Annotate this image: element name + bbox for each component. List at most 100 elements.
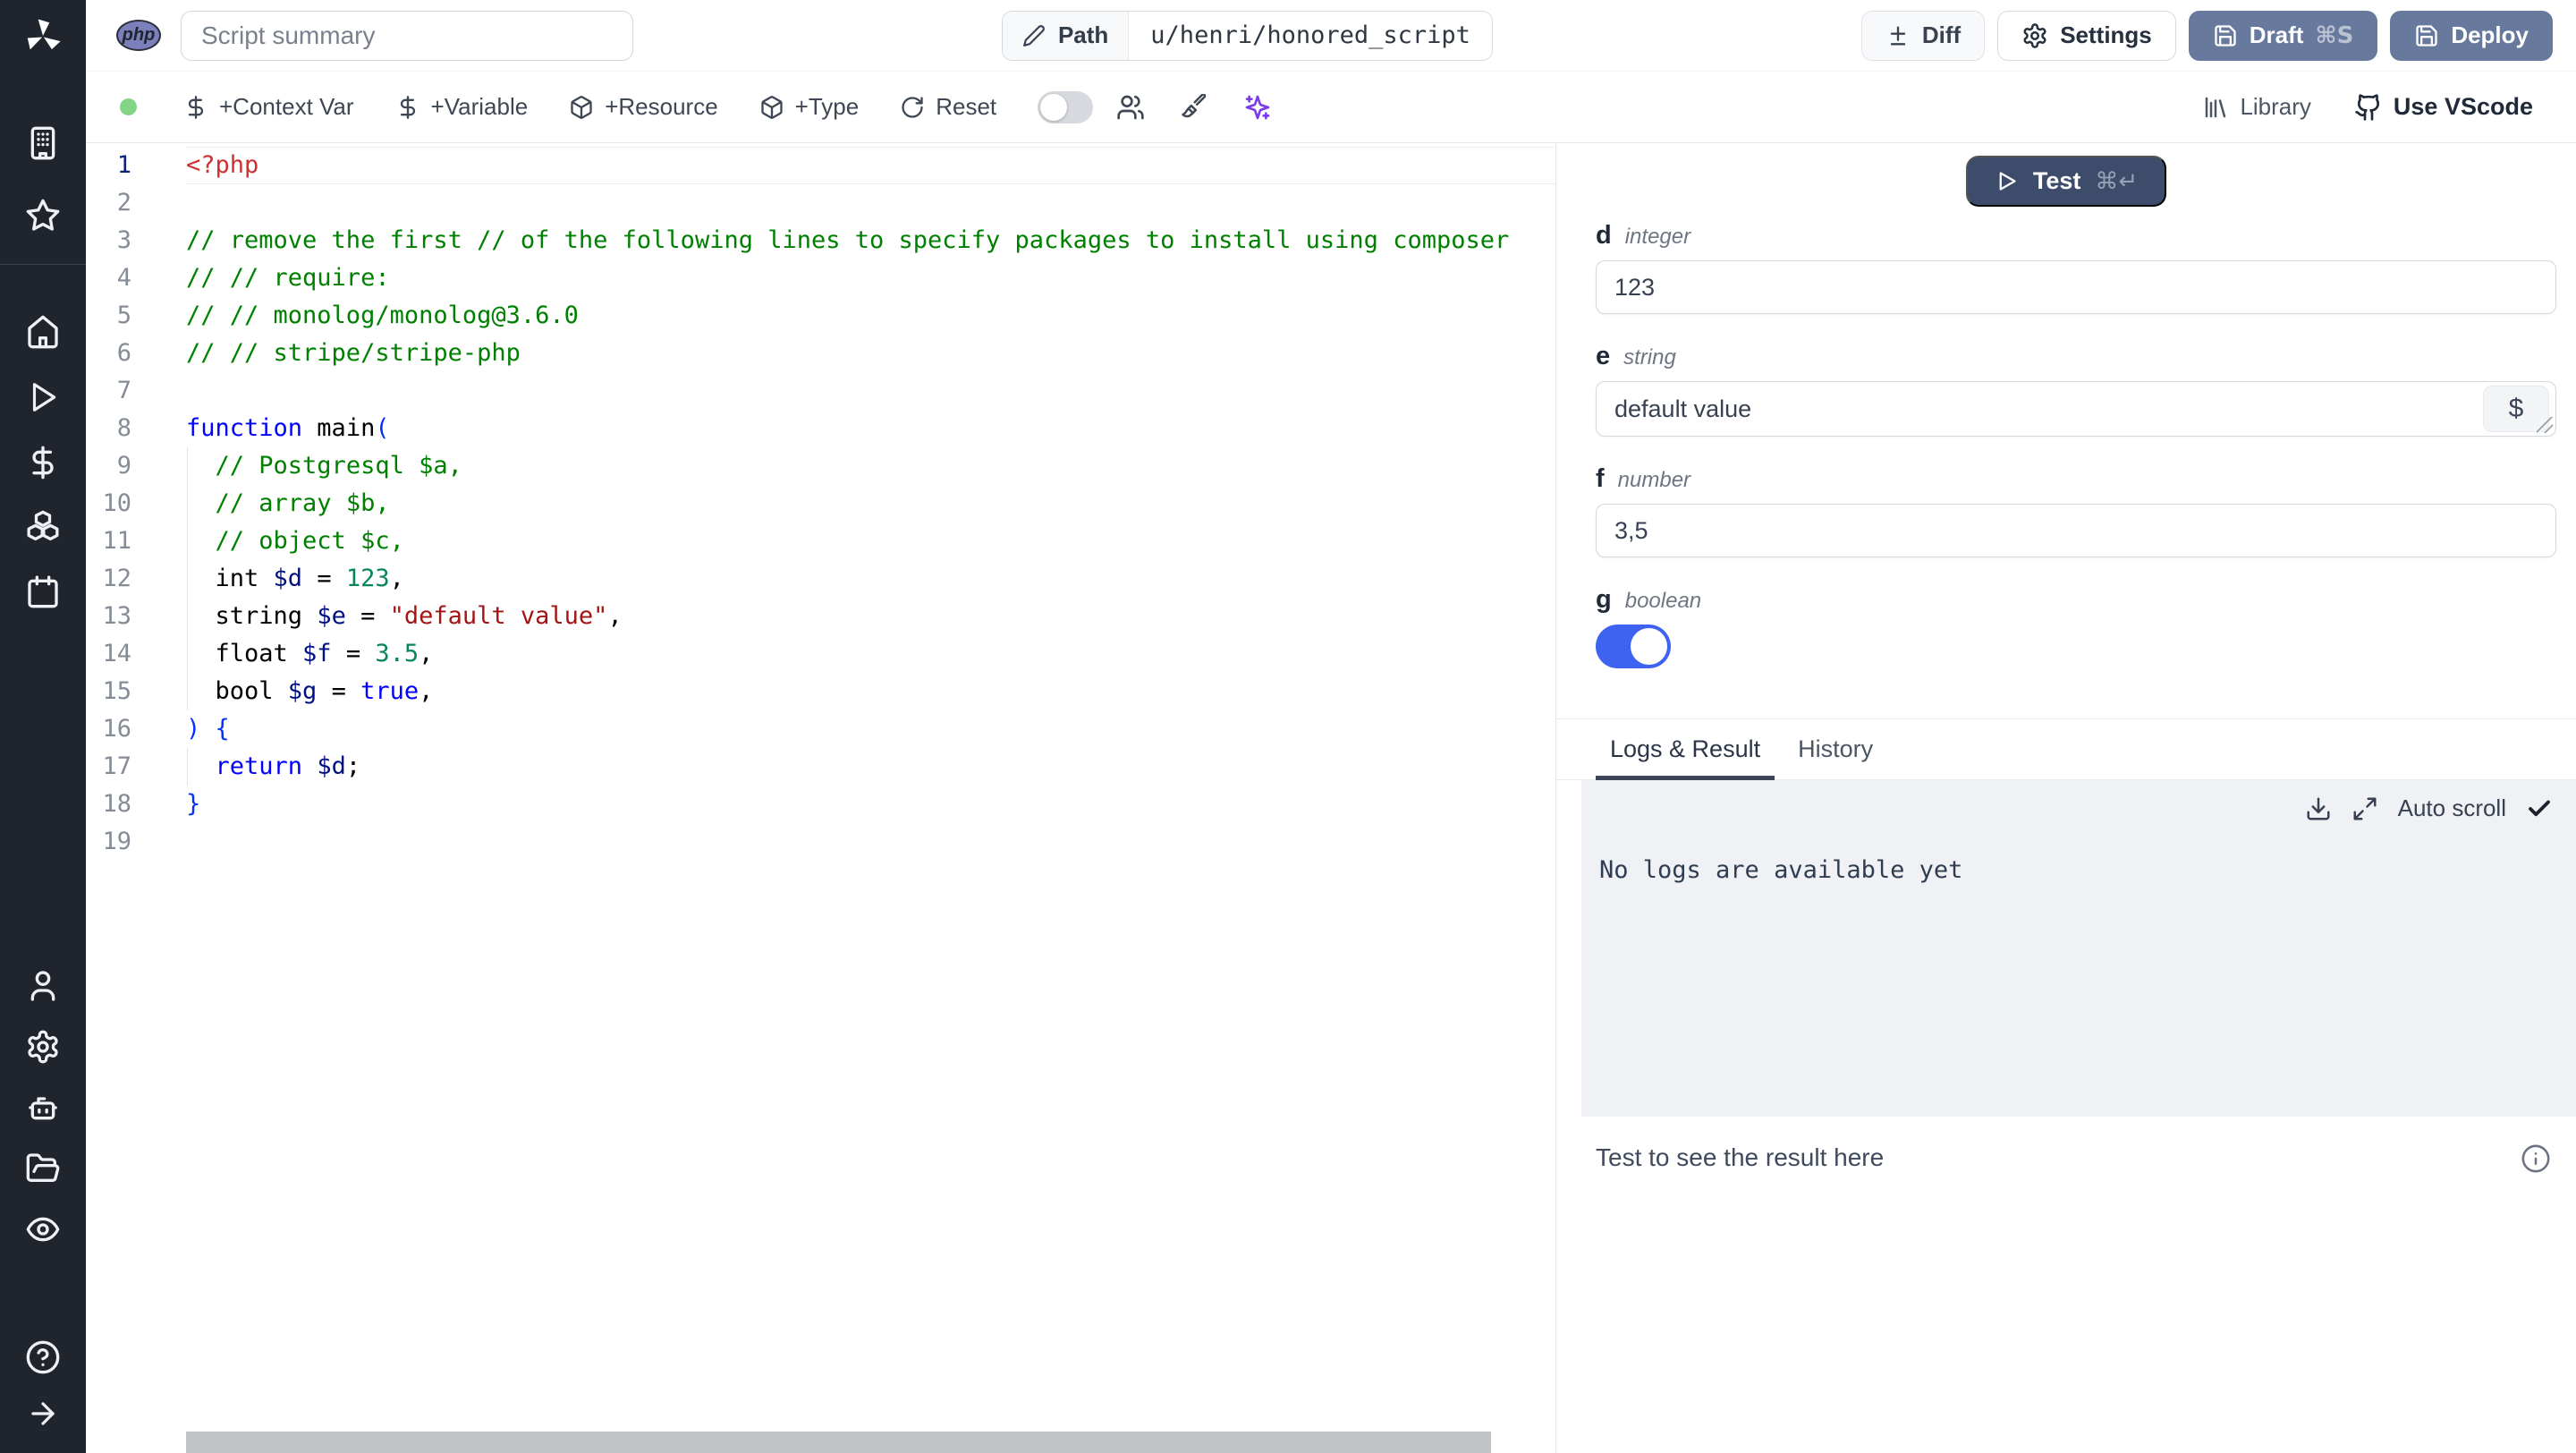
play-icon[interactable] bbox=[25, 379, 61, 415]
code-editor[interactable]: 1 <?php 2 3 // remove the first // of the fo… bbox=[86, 144, 1556, 1453]
tab-logs-result[interactable]: Logs & Result bbox=[1596, 719, 1775, 780]
deploy-label: Deploy bbox=[2451, 21, 2529, 48]
field-d-input[interactable] bbox=[1596, 260, 2556, 314]
paintbrush-icon[interactable] bbox=[1181, 93, 1208, 121]
code-lines[interactable]: 1 <?php 2 3 // remove the first // of the fo… bbox=[86, 144, 1555, 861]
diff-mode-toggle[interactable] bbox=[1038, 90, 1094, 123]
line-content[interactable]: // object $c, bbox=[186, 523, 1555, 560]
add-variable-button[interactable]: +Variable bbox=[395, 93, 528, 121]
line-content[interactable] bbox=[186, 372, 1555, 410]
code-line[interactable]: 8 function main( bbox=[86, 410, 1555, 447]
code-line[interactable]: 11 // object $c, bbox=[86, 523, 1555, 560]
line-content[interactable]: // // monolog/monolog@3.6.0 bbox=[186, 297, 1555, 335]
path-label-section[interactable]: Path bbox=[1002, 11, 1130, 60]
line-number: 10 bbox=[102, 489, 131, 517]
user-icon[interactable] bbox=[25, 968, 61, 1004]
help-icon[interactable] bbox=[25, 1339, 61, 1375]
library-button[interactable]: Library bbox=[2202, 93, 2311, 121]
horizontal-scrollbar[interactable] bbox=[186, 1432, 1491, 1453]
code-line[interactable]: 12 int $d = 123, bbox=[86, 560, 1555, 598]
calendar-icon[interactable] bbox=[25, 574, 61, 609]
add-resource-button[interactable]: +Resource bbox=[569, 93, 718, 121]
star-icon[interactable] bbox=[25, 198, 61, 234]
code-line[interactable]: 1 <?php bbox=[86, 147, 1555, 184]
home-icon[interactable] bbox=[25, 314, 61, 350]
line-content[interactable]: bool $g = true, bbox=[186, 673, 1555, 710]
code-line[interactable]: 3 // remove the first // of the following… bbox=[86, 222, 1555, 259]
code-line[interactable]: 2 bbox=[86, 184, 1555, 222]
code-line[interactable]: 4 // // require: bbox=[86, 259, 1555, 297]
line-number: 18 bbox=[102, 790, 131, 818]
line-content[interactable]: // Postgresql $a, bbox=[186, 447, 1555, 485]
line-content[interactable]: } bbox=[186, 786, 1555, 823]
code-line[interactable]: 6 // // stripe/stripe-php bbox=[86, 335, 1555, 372]
add-context-var-button[interactable]: +Context Var bbox=[183, 93, 354, 121]
info-icon[interactable] bbox=[2521, 1143, 2551, 1174]
code-line[interactable]: 19 bbox=[86, 823, 1555, 861]
windmill-logo[interactable] bbox=[22, 16, 64, 57]
check-icon[interactable] bbox=[2526, 795, 2553, 822]
package-icon bbox=[761, 95, 783, 119]
field-e-textarea[interactable]: default value $ bbox=[1596, 381, 2556, 437]
line-number: 14 bbox=[102, 640, 131, 667]
line-content[interactable]: // // require: bbox=[186, 259, 1555, 297]
line-content[interactable] bbox=[186, 184, 1555, 222]
add-type-button[interactable]: +Type bbox=[759, 93, 859, 121]
draft-button[interactable]: Draft ⌘S bbox=[2188, 10, 2378, 61]
deploy-button[interactable]: Deploy bbox=[2390, 10, 2553, 61]
line-content[interactable]: function main( bbox=[186, 410, 1555, 447]
robot-icon[interactable] bbox=[25, 1090, 61, 1126]
line-content[interactable] bbox=[186, 823, 1555, 861]
result-area: Test to see the result here bbox=[1556, 1117, 2576, 1174]
reset-button[interactable]: Reset bbox=[900, 93, 996, 121]
line-content[interactable]: ) { bbox=[186, 710, 1555, 748]
download-icon[interactable] bbox=[2305, 795, 2332, 822]
line-content[interactable]: string $e = "default value", bbox=[186, 598, 1555, 635]
dollar-icon[interactable] bbox=[25, 445, 61, 480]
save-icon bbox=[2416, 24, 2437, 47]
tab-history[interactable]: History bbox=[1784, 719, 1887, 779]
code-line[interactable]: 14 float $f = 3.5, bbox=[86, 635, 1555, 673]
line-content[interactable]: // array $b, bbox=[186, 485, 1555, 523]
line-content[interactable]: // // stripe/stripe-php bbox=[186, 335, 1555, 372]
code-line[interactable]: 16) { bbox=[86, 710, 1555, 748]
code-line[interactable]: 9 // Postgresql $a, bbox=[86, 447, 1555, 485]
line-content[interactable]: float $f = 3.5, bbox=[186, 635, 1555, 673]
dollar-icon bbox=[188, 95, 204, 119]
code-line[interactable]: 5 // // monolog/monolog@3.6.0 bbox=[86, 297, 1555, 335]
path-chip[interactable]: Path u/henri/honored_script bbox=[1001, 10, 1493, 61]
line-content[interactable]: <?php bbox=[186, 147, 1555, 184]
line-content[interactable]: int $d = 123, bbox=[186, 560, 1555, 598]
test-button[interactable]: Test ⌘↵ bbox=[1965, 156, 2167, 207]
code-line[interactable]: 7 bbox=[86, 372, 1555, 410]
path-value[interactable]: u/henri/honored_script bbox=[1129, 12, 1492, 60]
eye-icon[interactable] bbox=[25, 1211, 61, 1247]
code-line[interactable]: 15 bool $g = true, bbox=[86, 673, 1555, 710]
code-line[interactable]: 18} bbox=[86, 786, 1555, 823]
gear-icon[interactable] bbox=[25, 1029, 61, 1065]
code-line[interactable]: 17 return $d; bbox=[86, 748, 1555, 786]
field-g-toggle[interactable] bbox=[1596, 625, 1671, 668]
boxes-icon[interactable] bbox=[25, 509, 61, 545]
resize-handle[interactable] bbox=[2537, 417, 2553, 433]
use-vscode-button[interactable]: Use VScode bbox=[2354, 93, 2533, 122]
test-row: Test ⌘↵ bbox=[1556, 144, 2576, 207]
folder-icon[interactable] bbox=[25, 1151, 61, 1186]
field-f-input[interactable] bbox=[1596, 504, 2556, 557]
use-vscode-label: Use VScode bbox=[2393, 93, 2533, 120]
building-icon[interactable] bbox=[25, 125, 61, 161]
toolbar-icon-group bbox=[1038, 90, 1272, 123]
line-content[interactable]: // remove the first // of the following … bbox=[186, 222, 1555, 259]
line-content[interactable]: return $d; bbox=[186, 748, 1555, 786]
toggle-knob bbox=[1040, 93, 1068, 121]
code-line[interactable]: 10 // array $b, bbox=[86, 485, 1555, 523]
expand-icon[interactable] bbox=[2351, 795, 2378, 822]
code-line[interactable]: 13 string $e = "default value", bbox=[86, 598, 1555, 635]
script-summary-input[interactable] bbox=[181, 10, 633, 61]
users-icon[interactable] bbox=[1116, 93, 1145, 122]
arrow-right-icon[interactable] bbox=[25, 1396, 61, 1432]
sparkles-icon[interactable] bbox=[1243, 93, 1272, 122]
diff-button[interactable]: Diff bbox=[1860, 10, 1986, 61]
settings-button[interactable]: Settings bbox=[1997, 10, 2176, 61]
path-label: Path bbox=[1057, 21, 1109, 48]
